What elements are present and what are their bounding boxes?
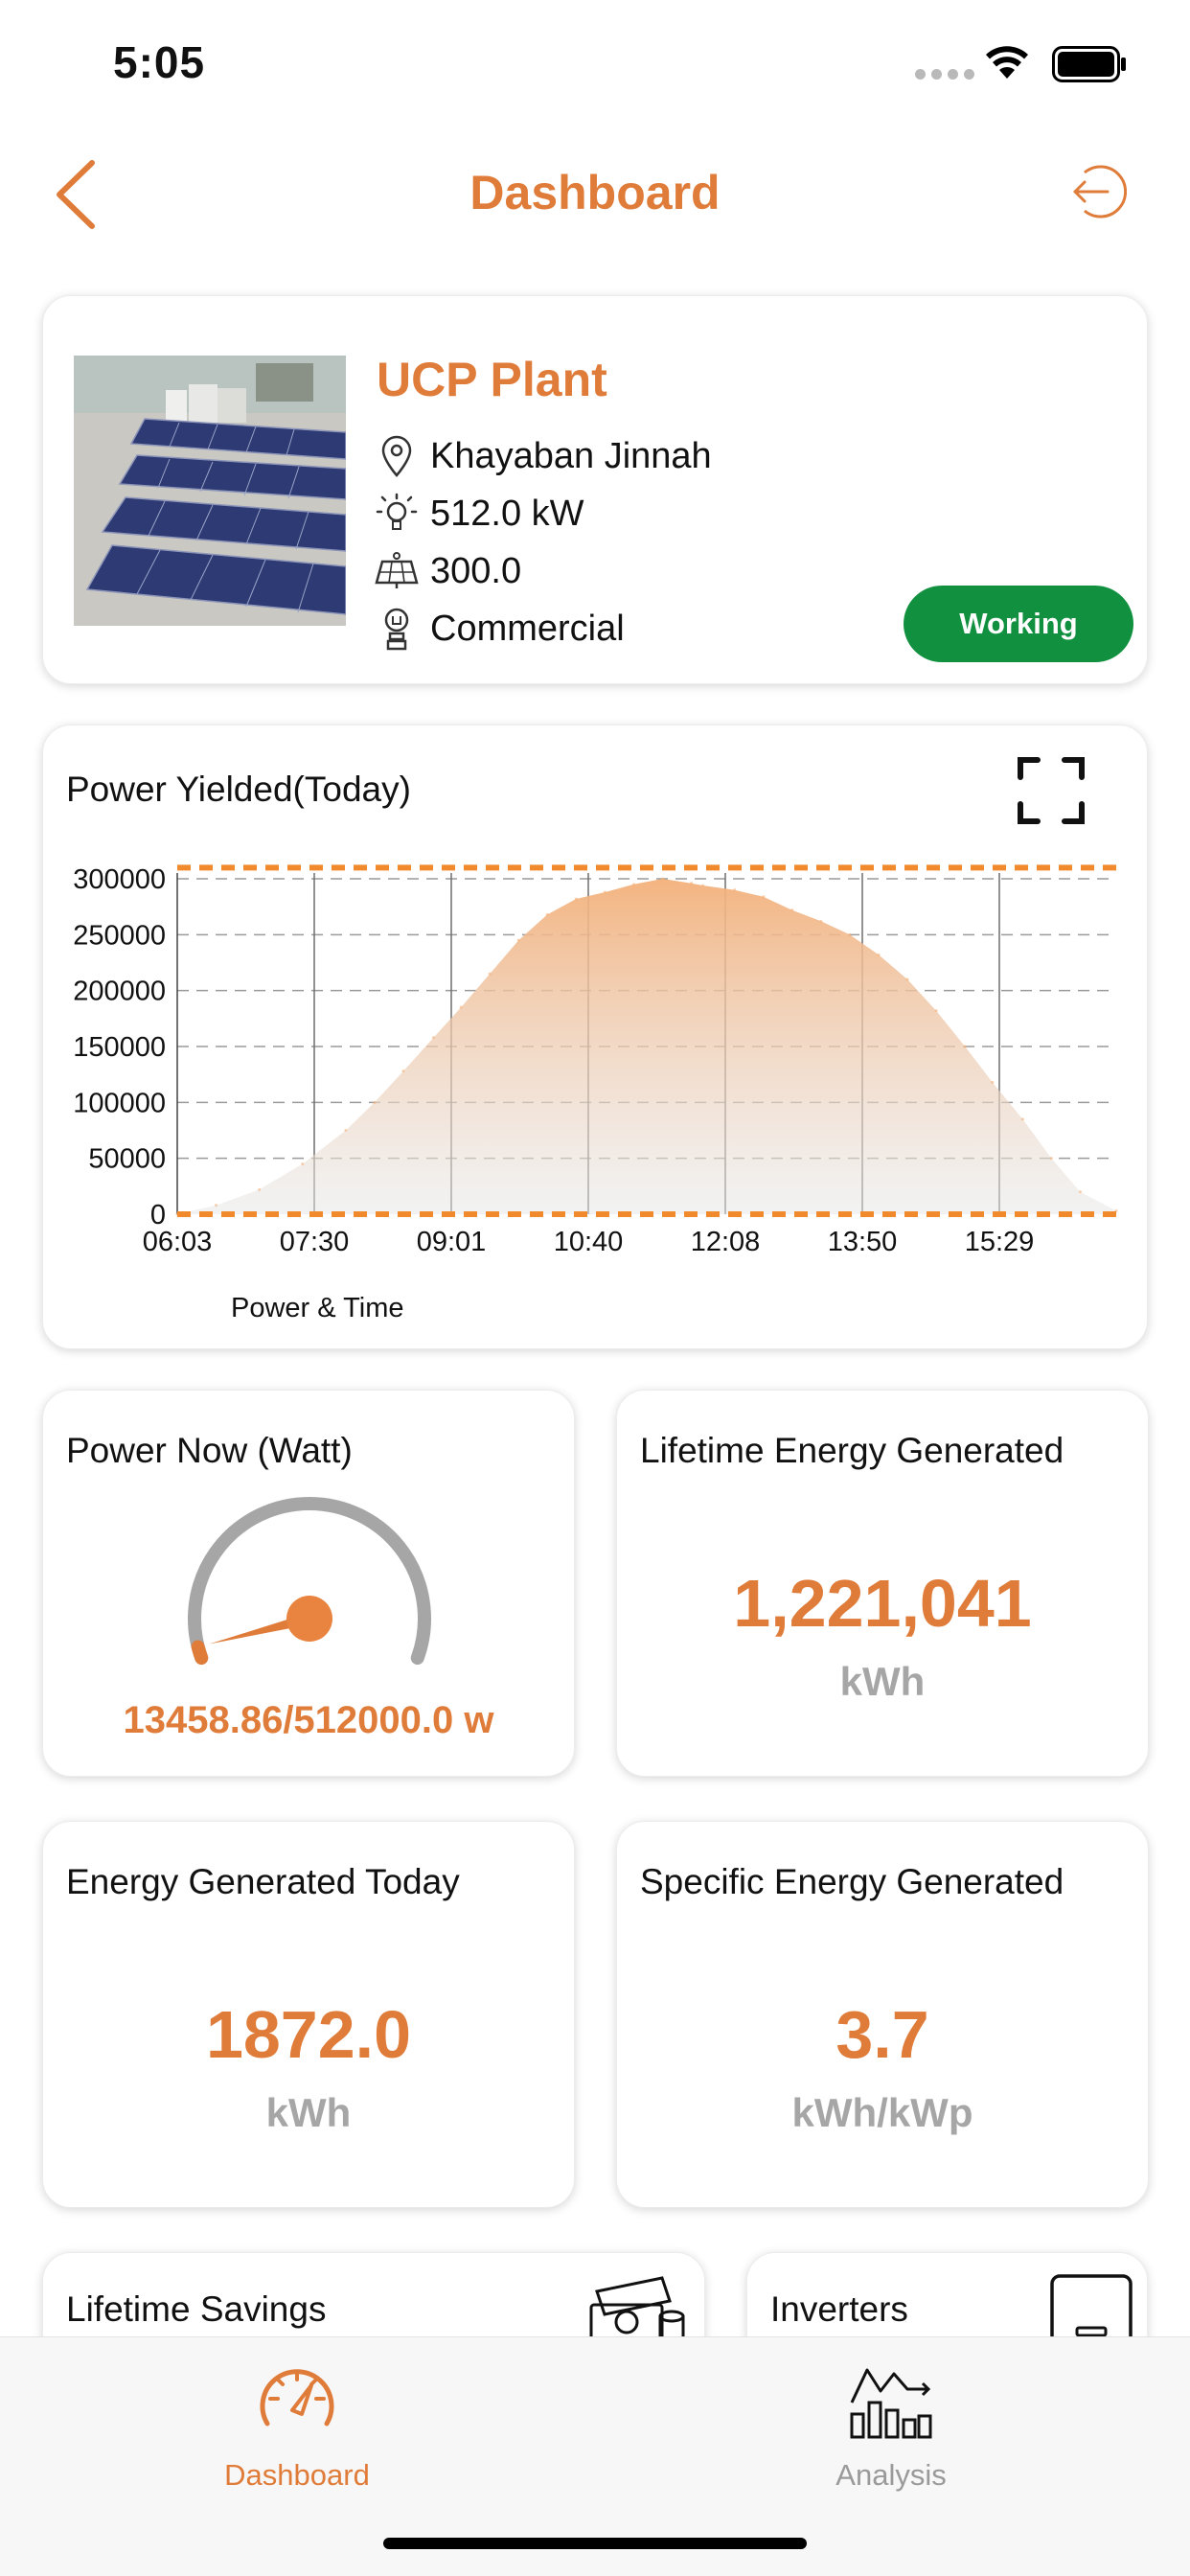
chart-footer-label: Power & Time <box>231 1293 404 1323</box>
type-row: Commercial <box>375 605 625 653</box>
data-point <box>631 883 635 886</box>
data-point <box>603 890 606 894</box>
y-tick-label: 200000 <box>73 977 166 1007</box>
data-point <box>790 908 794 912</box>
data-point <box>991 1080 995 1084</box>
specific-energy-value: 3.7 <box>835 1997 929 2072</box>
data-point <box>1078 1190 1082 1194</box>
data-point <box>401 1070 405 1073</box>
tab-analysis[interactable]: Analysis <box>767 2360 1016 2514</box>
x-tick-label: 10:40 <box>554 1227 624 1257</box>
data-point <box>574 897 578 901</box>
capacity-row: 512.0 kW <box>375 490 584 538</box>
plant-panels: 300.0 <box>430 550 522 591</box>
lifetime-energy-value: 1,221,041 <box>733 1566 1032 1641</box>
data-point <box>545 912 549 916</box>
data-point <box>432 1036 436 1040</box>
solar-panel-icon <box>375 549 419 593</box>
data-point <box>690 882 694 886</box>
specific-energy-title: Specific Energy Generated <box>640 1862 1064 1901</box>
specific-energy-unit: kWh/kWp <box>791 2090 973 2135</box>
y-tick-label: 100000 <box>73 1088 166 1118</box>
location-pin-icon <box>375 434 419 478</box>
energy-today-unit: kWh <box>265 2090 352 2135</box>
fullscreen-button[interactable] <box>1013 752 1089 829</box>
power-now-card: Power Now (Watt) 13458.86/512000.0 w <box>42 1390 575 1777</box>
plant-capacity: 512.0 kW <box>430 493 584 534</box>
energy-today-card: Energy Generated Today 1872.0 kWh <box>42 1821 575 2208</box>
specific-energy-card: Specific Energy Generated 3.7 kWh/kWp <box>616 1821 1149 2208</box>
tab-dashboard[interactable]: Dashboard <box>172 2360 422 2514</box>
y-tick-label: 300000 <box>73 864 166 895</box>
lifetime-savings-title: Lifetime Savings <box>66 2289 327 2329</box>
y-tick-label: 250000 <box>73 920 166 951</box>
bulb-icon <box>375 492 419 536</box>
data-point <box>258 1187 262 1191</box>
status-bar: 5:05 <box>0 0 1190 126</box>
data-point <box>516 938 520 942</box>
lifetime-energy-title: Lifetime Energy Generated <box>640 1431 1064 1470</box>
data-point <box>488 972 492 976</box>
analysis-chart-icon <box>850 2368 932 2439</box>
data-point <box>1049 1157 1053 1161</box>
data-point <box>819 919 823 923</box>
cellular-signal-icon <box>915 69 974 80</box>
y-tick-label: 50000 <box>88 1144 166 1175</box>
data-point <box>1020 1117 1024 1121</box>
x-tick-label: 09:01 <box>417 1227 487 1257</box>
x-tick-label: 15:29 <box>965 1227 1035 1257</box>
gauge-fill <box>191 1640 209 1666</box>
lifetime-energy-unit: kWh <box>839 1659 926 1704</box>
data-point <box>301 1162 305 1165</box>
plug-icon <box>375 607 419 651</box>
inverters-title: Inverters <box>770 2289 908 2329</box>
x-tick-label: 07:30 <box>280 1227 350 1257</box>
x-tick-label: 06:03 <box>143 1227 213 1257</box>
plant-card[interactable]: UCP Plant Khayaban Jinnah 512.0 kW 300.0… <box>42 295 1148 684</box>
x-tick-label: 13:50 <box>828 1227 898 1257</box>
power-now-reading: 13458.86/512000.0 w <box>123 1699 494 1741</box>
energy-today-title: Energy Generated Today <box>66 1862 460 1901</box>
plant-type: Commercial <box>430 608 625 649</box>
gauge-hub <box>286 1596 332 1642</box>
data-point <box>934 1009 938 1013</box>
data-point <box>215 1204 218 1208</box>
data-point <box>905 978 909 981</box>
location-row: Khayaban Jinnah <box>375 432 712 480</box>
data-point <box>733 888 737 892</box>
lifetime-energy-card: Lifetime Energy Generated 1,221,041 kWh <box>616 1390 1149 1777</box>
wifi-icon <box>986 46 1028 79</box>
page-title: Dashboard <box>469 166 721 219</box>
data-point <box>701 884 705 887</box>
data-point <box>373 1100 377 1104</box>
status-time: 5:05 <box>113 37 206 87</box>
power-chart: 05000010000015000020000025000030000006:0… <box>73 864 1120 1257</box>
data-point <box>877 953 881 956</box>
home-indicator <box>383 2538 807 2549</box>
plant-photo <box>74 356 346 626</box>
navigation-header: Dashboard <box>0 126 1190 251</box>
data-point <box>459 1005 463 1009</box>
data-point <box>344 1129 348 1132</box>
panels-row: 300.0 <box>375 547 521 595</box>
chart-title: Power Yielded(Today) <box>66 770 411 809</box>
y-tick-label: 150000 <box>73 1032 166 1063</box>
data-point <box>762 895 766 899</box>
logout-button[interactable] <box>1065 161 1127 222</box>
speedometer-icon <box>260 2369 334 2426</box>
plant-name: UCP Plant <box>377 353 607 406</box>
battery-icon <box>1052 46 1126 82</box>
tab-dashboard-label: Dashboard <box>224 2458 370 2492</box>
energy-today-value: 1872.0 <box>205 1997 412 2072</box>
data-point <box>661 877 665 881</box>
data-point <box>963 1045 967 1048</box>
x-tick-label: 12:08 <box>691 1227 761 1257</box>
cash-icon <box>589 2276 685 2339</box>
status-badge: Working <box>904 586 1133 662</box>
plant-location: Khayaban Jinnah <box>430 435 712 476</box>
tab-analysis-label: Analysis <box>835 2458 947 2492</box>
power-chart-card: 0 50000 100000 150000 200000 250000 300000 06:0… <box>42 724 1148 1349</box>
data-point <box>848 932 852 936</box>
